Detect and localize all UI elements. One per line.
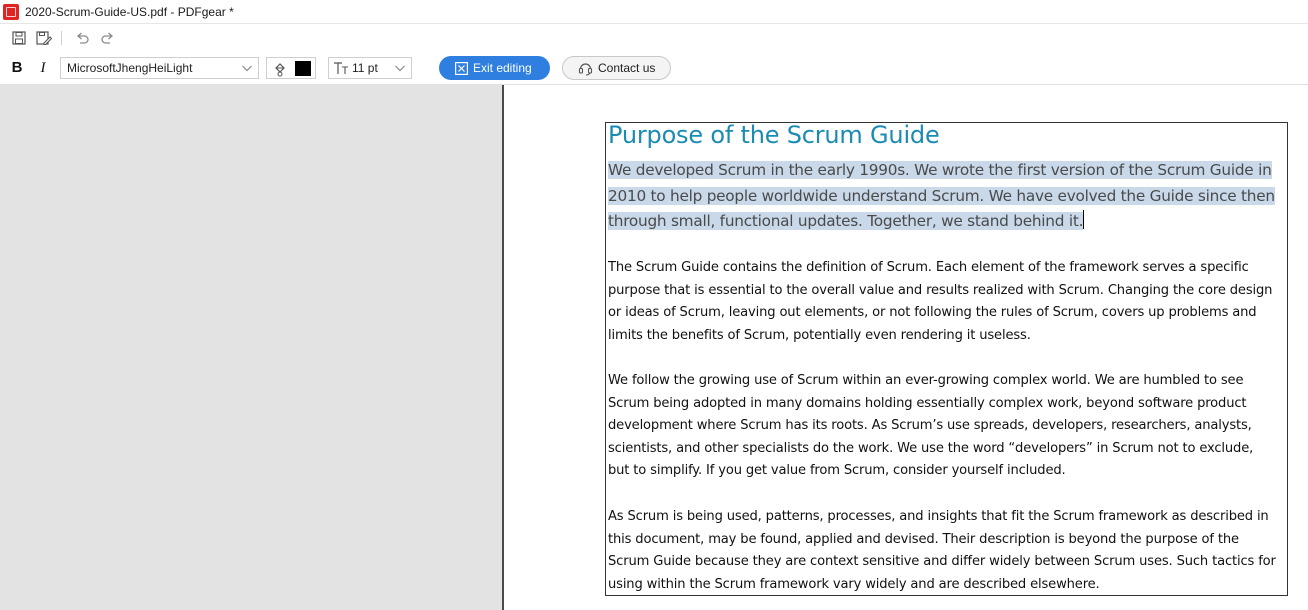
title-bar: 2020-Scrum-Guide-US.pdf - PDFgear *: [0, 0, 1308, 23]
text-line: As Scrum is being used, patterns, proces…: [608, 509, 1269, 524]
chevron-down-icon: [395, 65, 405, 72]
text-line: but to simplify. If you get value from S…: [608, 463, 1066, 479]
save-as-icon: [36, 31, 52, 45]
color-fill-icon: [275, 63, 285, 77]
selected-text-line[interactable]: We developed Scrum in the early 1990s. W…: [608, 161, 1272, 179]
text-color-swatch: [295, 61, 311, 76]
pdfgear-logo-icon: [3, 3, 19, 20]
selected-text-line[interactable]: through small, functional updates. Toget…: [608, 212, 1083, 230]
text-line: The Scrum Guide contains the definition …: [608, 260, 1249, 275]
exit-editing-button[interactable]: Exit editing: [439, 56, 550, 80]
text-line: scientists, and other specialists do the…: [608, 440, 1254, 456]
exit-edit-icon: [455, 61, 468, 75]
quick-access-toolbar: [0, 23, 1308, 53]
undo-icon: [76, 32, 89, 44]
window-title: 2020-Scrum-Guide-US.pdf - PDFgear *: [25, 4, 234, 19]
redo-icon: [100, 32, 113, 44]
redo-button[interactable]: [96, 27, 118, 49]
selected-paragraph[interactable]: We developed Scrum in the early 1990s. W…: [608, 158, 1283, 235]
font-size-select[interactable]: 11 pt: [328, 57, 412, 79]
body-paragraph[interactable]: We follow the growing use of Scrum withi…: [608, 370, 1284, 483]
save-button[interactable]: [8, 27, 30, 49]
body-paragraph[interactable]: As Scrum is being used, patterns, proces…: [608, 506, 1284, 596]
text-line: development where Scrum has its roots. A…: [608, 418, 1252, 434]
font-size-icon: [334, 62, 348, 74]
contact-us-label: Contact us: [598, 61, 656, 75]
text-caret: [1083, 210, 1085, 229]
text-line: We follow the growing use of Scrum withi…: [608, 373, 1244, 388]
text-format-toolbar: B I MicrosoftJhengHeiLight 11 pt Exit ed…: [0, 52, 1308, 85]
selected-text-line[interactable]: 2010 to help people worldwide understand…: [608, 186, 1275, 205]
font-family-value: MicrosoftJhengHeiLight: [67, 61, 193, 75]
side-panel: [0, 85, 502, 610]
text-line: purpose that is essential to the overall…: [608, 282, 1273, 298]
contact-us-button[interactable]: Contact us: [562, 56, 671, 80]
font-size-value: 11 pt: [352, 61, 378, 75]
text-line: limits the benefits of Scrum, potentiall…: [608, 327, 1031, 343]
text-line: using within the Scrum framework vary wi…: [608, 576, 1100, 592]
body-paragraph[interactable]: The Scrum Guide contains the definition …: [608, 257, 1284, 347]
headset-icon: [578, 62, 593, 75]
toolbar-divider: [61, 31, 62, 45]
save-icon: [12, 31, 26, 45]
exit-editing-label: Exit editing: [473, 61, 532, 75]
text-line: or ideas of Scrum, leaving out elements,…: [608, 305, 1257, 321]
bold-button[interactable]: B: [9, 59, 25, 77]
italic-button[interactable]: I: [36, 59, 50, 77]
save-as-button[interactable]: [33, 27, 55, 49]
chevron-down-icon: [242, 65, 252, 72]
text-line: Scrum being adopted in many domains hold…: [608, 395, 1247, 411]
document-heading[interactable]: Purpose of the Scrum Guide: [608, 121, 940, 149]
font-family-select[interactable]: MicrosoftJhengHeiLight: [60, 57, 259, 79]
text-color-picker[interactable]: [266, 57, 316, 79]
text-line: Scrum Guide because they are context sen…: [608, 554, 1276, 570]
text-line: this document, may be found, applied and…: [608, 531, 1239, 547]
undo-button[interactable]: [71, 27, 93, 49]
